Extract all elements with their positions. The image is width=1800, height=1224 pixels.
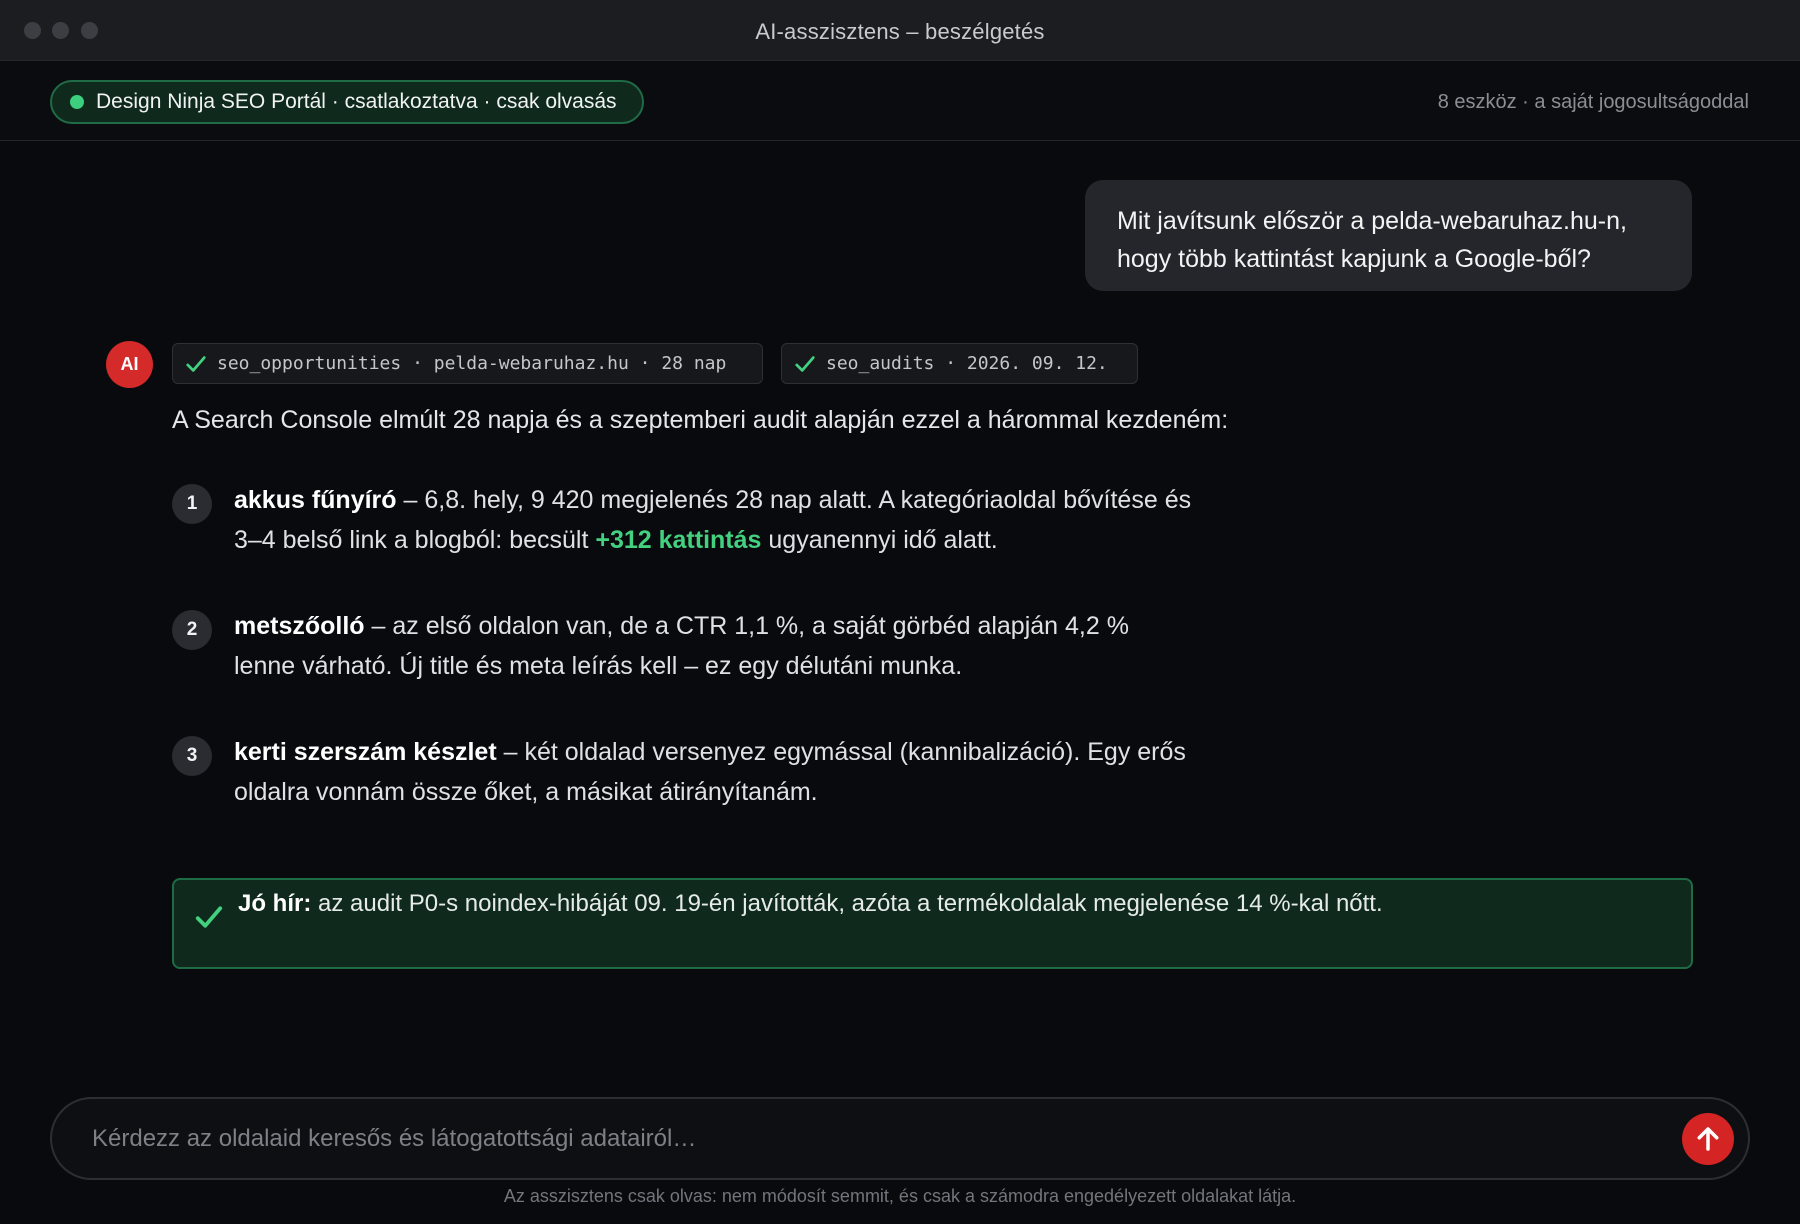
tool-call-label: seo_audits · 2026. 09. 12. xyxy=(826,353,1108,374)
message-composer xyxy=(50,1097,1750,1180)
tools-info: 8 eszköz · a saját jogosultságoddal xyxy=(1437,91,1749,113)
item-title: akkus fűnyíró xyxy=(234,486,397,514)
good-news-text: Jó hír: az audit P0-s noindex-hibáját 09… xyxy=(238,886,1638,922)
tool-call-chip-seo-opportunities[interactable]: seo_opportunities · pelda-webaruhaz.hu ·… xyxy=(172,343,763,384)
item-number-badge: 1 xyxy=(172,484,212,524)
good-news-callout: Jó hír: az audit P0-s noindex-hibáját 09… xyxy=(172,878,1693,969)
good-news-body: az audit P0-s noindex-hibáját 09. 19-én … xyxy=(311,890,1383,917)
item-body: – az első oldalon van, de a CTR 1,1 %, a… xyxy=(234,612,1129,680)
item-number-badge: 2 xyxy=(172,610,212,650)
message-input[interactable] xyxy=(92,1099,1652,1178)
item-number-badge: 3 xyxy=(172,736,212,776)
connection-status-text: Design Ninja SEO Portál · csatlakoztatva… xyxy=(96,90,617,113)
tool-call-label: seo_opportunities · pelda-webaruhaz.hu ·… xyxy=(217,353,727,374)
item-highlight: +312 kattintás xyxy=(595,526,762,554)
arrow-up-icon xyxy=(1697,1127,1719,1151)
footer-note: Az asszisztens csak olvas: nem módosít s… xyxy=(503,1186,1297,1206)
item-title: metszőolló xyxy=(234,612,365,640)
item-text: akkus fűnyíró – 6,8. hely, 9 420 megjele… xyxy=(234,480,1194,560)
item-body-end: ugyanennyi idő alatt. xyxy=(761,526,998,554)
item-text: kerti szerszám készlet – két oldalad ver… xyxy=(234,732,1194,812)
connection-status-badge: Design Ninja SEO Portál · csatlakoztatva… xyxy=(50,80,644,124)
user-message-bubble: Mit javítsunk először a pelda-webaruhaz.… xyxy=(1085,180,1692,291)
tool-call-chip-seo-audits[interactable]: seo_audits · 2026. 09. 12. xyxy=(781,343,1138,384)
send-button[interactable] xyxy=(1682,1113,1734,1165)
window-titlebar: AI-asszisztens – beszélgetés xyxy=(0,0,1800,61)
assistant-intro-text: A Search Console elmúlt 28 napja és a sz… xyxy=(172,406,1229,434)
check-icon xyxy=(186,355,206,372)
item-title: kerti szerszám készlet xyxy=(234,738,497,766)
good-news-label: Jó hír: xyxy=(238,890,312,917)
assistant-avatar: AI xyxy=(106,341,153,388)
item-text: metszőolló – az első oldalon van, de a C… xyxy=(234,606,1194,686)
window-title: AI-asszisztens – beszélgetés xyxy=(755,19,1045,44)
check-icon xyxy=(195,906,223,928)
status-dot-icon xyxy=(70,95,84,109)
check-icon xyxy=(795,355,815,372)
